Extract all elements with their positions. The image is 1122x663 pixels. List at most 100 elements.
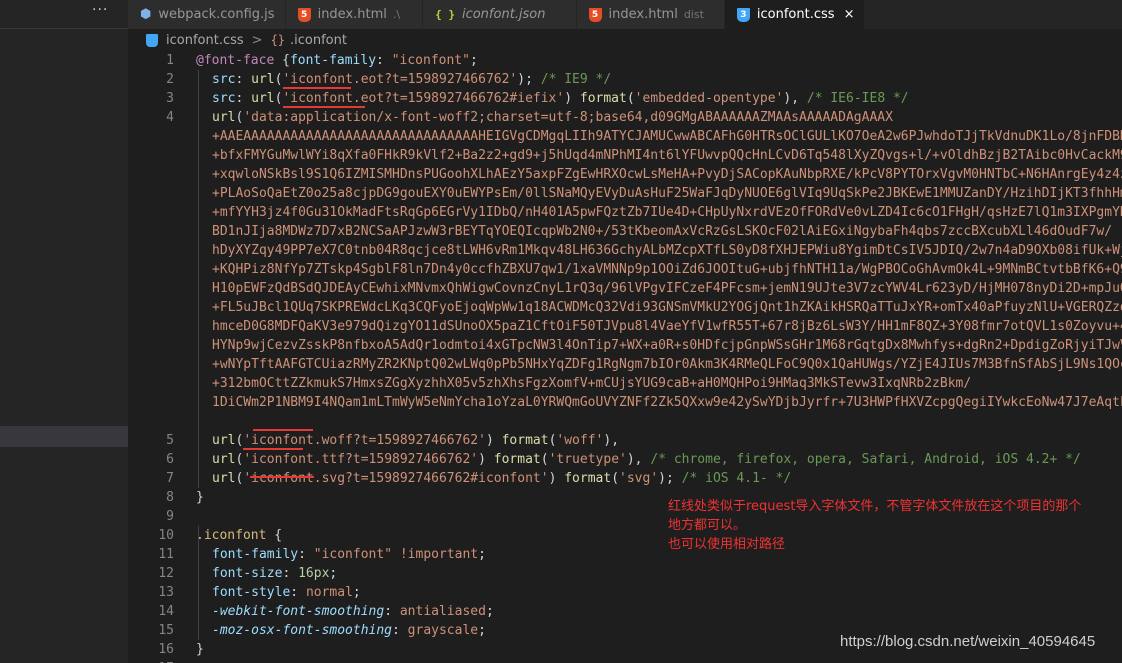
punctuation: ; xyxy=(485,604,494,619)
red-underline xyxy=(243,448,303,450)
function: url xyxy=(251,72,275,87)
punctuation: ( xyxy=(611,471,620,486)
base64-line: +AAEAAAAAAAAAAAAAAAAAAAAAAAAAAAAAAHEIGVg… xyxy=(212,129,1122,144)
css3-icon: 3 xyxy=(736,7,750,22)
punctuation: { xyxy=(266,528,283,543)
function: format xyxy=(501,433,549,448)
explorer-sidebar: ··· xyxy=(0,0,128,663)
code-lines: @font-face {font-family: "iconfont"; src… xyxy=(196,51,1122,663)
at-rule: @font-face xyxy=(196,53,275,68)
line-number: 4 xyxy=(166,110,174,125)
sidebar-divider xyxy=(0,28,128,29)
breadcrumb-separator: > xyxy=(251,32,263,48)
tab-description: .\ xyxy=(392,8,401,21)
punctuation: } xyxy=(196,490,204,505)
tab-label: webpack.config.js xyxy=(158,7,275,22)
base64-line: +312bmOCttZZkmukS7HmxsZGgXyzhhX05v5zhXhs… xyxy=(212,376,972,391)
property: font-style xyxy=(212,585,291,600)
string: 'iconfont.eot?t=1598927466762' xyxy=(282,72,518,87)
punctuation: ), xyxy=(603,433,620,448)
punctuation: : xyxy=(282,566,299,581)
line-number xyxy=(128,393,174,412)
punctuation: ) xyxy=(564,91,580,106)
line-number: 1 xyxy=(166,53,174,68)
comment: /* IE9 */ xyxy=(532,72,612,87)
line-number: 6 xyxy=(166,452,174,467)
tab-iconfont-css[interactable]: 3 iconfont.css × xyxy=(724,0,866,29)
tab-index-html[interactable]: 5 index.html .\ xyxy=(285,0,424,29)
code-line: font-size: 16px; xyxy=(196,564,1122,583)
selector: .iconfont xyxy=(196,528,267,543)
line-number xyxy=(128,127,174,146)
tab-iconfont-json[interactable]: { } iconfont.json xyxy=(423,0,577,29)
string: 'truetype' xyxy=(548,452,627,467)
editor-tab-bar: ⬢ webpack.config.js 5 index.html .\ { } … xyxy=(128,0,1122,29)
punctuation: ); xyxy=(658,471,674,486)
function: format xyxy=(493,452,541,467)
punctuation: } xyxy=(196,642,204,657)
string: "iconfont" xyxy=(391,53,470,68)
line-number xyxy=(128,260,174,279)
comment: /* IE6-IE8 */ xyxy=(799,91,909,106)
punctuation: { xyxy=(274,53,290,68)
line-number: 14 xyxy=(158,604,174,619)
red-underline xyxy=(283,87,351,89)
punctuation: ), xyxy=(626,452,643,467)
code-line: -webkit-font-smoothing: antialiased; xyxy=(196,602,1122,621)
value: grayscale xyxy=(407,623,479,638)
punctuation: ( xyxy=(540,452,549,467)
string: 'woff' xyxy=(556,433,604,448)
line-number xyxy=(128,355,174,374)
close-icon[interactable]: × xyxy=(844,7,855,22)
function: format xyxy=(579,91,627,106)
base64-line: +wNYpTftAAFGTCUiazRMyZR2KNptQ02wLWq0pPb5… xyxy=(212,357,1122,372)
string: 'svg' xyxy=(619,471,659,486)
function: url xyxy=(212,110,236,125)
line-number xyxy=(128,298,174,317)
symbol-icon: {} xyxy=(270,33,286,47)
line-number: 12 xyxy=(158,566,174,581)
line-number: 9 xyxy=(166,509,174,524)
code-line: @font-face {font-family: "iconfont"; xyxy=(196,51,1122,70)
line-number xyxy=(128,222,174,241)
punctuation: ); xyxy=(517,72,533,87)
code-line: url ('iconfont.svg?t=1598927466762#iconfo… xyxy=(196,469,1122,488)
line-number xyxy=(128,279,174,298)
red-underline xyxy=(253,429,313,431)
punctuation: ), xyxy=(783,91,800,106)
string: 'iconfont.svg?t=1598927466762#iconfont' xyxy=(243,471,549,486)
line-number xyxy=(128,412,174,431)
sidebar-selected-row[interactable] xyxy=(0,426,128,447)
line-number: 17 xyxy=(128,659,174,663)
line-number: 16 xyxy=(158,642,174,657)
tab-index-html-dist[interactable]: 5 index.html dist xyxy=(576,0,725,29)
line-number xyxy=(128,374,174,393)
red-underline xyxy=(250,476,314,478)
more-actions-icon[interactable]: ··· xyxy=(92,2,108,18)
string: 'iconfont.woff?t=1598927466762' xyxy=(243,433,486,448)
line-number xyxy=(128,336,174,355)
line-number: 7 xyxy=(166,471,174,486)
punctuation: ; xyxy=(469,53,478,68)
code-editor[interactable]: 1234567891011121314151617 @font-face {fo… xyxy=(128,51,1122,663)
breadcrumb-symbol[interactable]: .iconfont xyxy=(290,33,347,48)
json-icon: { } xyxy=(435,8,455,21)
line-number: 13 xyxy=(158,585,174,600)
punctuation: : xyxy=(376,53,392,68)
css3-icon xyxy=(146,33,158,47)
punctuation: ( xyxy=(626,91,635,106)
annotation-line: 地方都可以。 xyxy=(668,518,747,533)
breadcrumb-file[interactable]: iconfont.css xyxy=(166,33,244,48)
tab-label: index.html xyxy=(317,7,387,22)
value: normal xyxy=(305,585,353,600)
base64-line: +mfYYH3jz4f0Gu31OkMadFtsRqGp6EGrVy1IDbQ/… xyxy=(212,205,1122,220)
punctuation: : xyxy=(235,72,252,87)
comment: /* iOS 4.1- */ xyxy=(673,471,792,486)
comment: /* chrome, firefox, opera, Safari, Andro… xyxy=(642,452,1081,467)
tab-webpack-config[interactable]: ⬢ webpack.config.js xyxy=(128,0,286,29)
line-number: 15 xyxy=(158,623,174,638)
punctuation: : xyxy=(298,547,314,562)
string: 'data:application/x-font-woff2;charset=u… xyxy=(243,110,893,125)
annotation-line: 红线处类似于request导入字体文件，不管字体文件放在这个项目的那个 xyxy=(668,499,1082,514)
string: 'iconfont.eot?t=1598927466762#iefix' xyxy=(282,91,565,106)
